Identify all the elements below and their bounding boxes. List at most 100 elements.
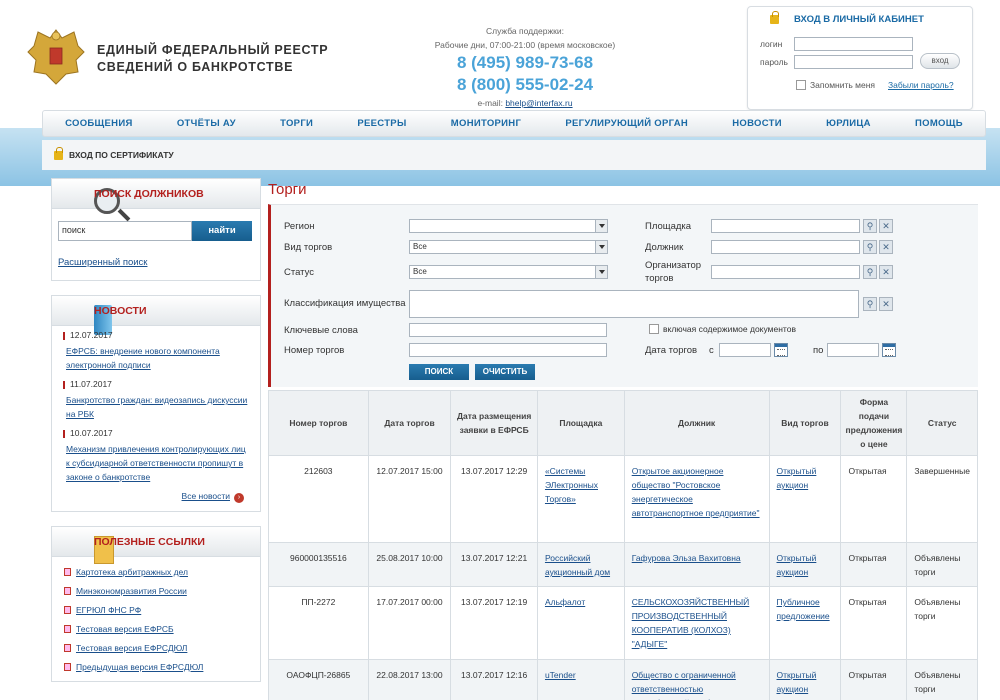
link[interactable]: ЕГРЮЛ ФНС РФ bbox=[76, 605, 141, 615]
column-header[interactable]: Статус bbox=[906, 390, 978, 456]
type-link[interactable]: Открытый аукцион bbox=[777, 466, 817, 490]
calendar-icon[interactable] bbox=[774, 343, 788, 357]
login-label: логин bbox=[760, 39, 783, 49]
nav-messages[interactable]: СООБЩЕНИЯ bbox=[65, 118, 132, 129]
include-docs-checkbox[interactable] bbox=[649, 324, 659, 334]
all-news-link[interactable]: Все новости bbox=[182, 491, 230, 501]
clear-icon[interactable]: ✕ bbox=[879, 297, 893, 311]
clear-icon[interactable]: ✕ bbox=[879, 265, 893, 279]
login-button[interactable]: вход bbox=[920, 53, 960, 69]
remember-me[interactable]: Запомнить меня bbox=[796, 80, 875, 90]
search-icon[interactable]: ⚲ bbox=[863, 219, 877, 233]
platform-link[interactable]: Российский аукционный дом bbox=[545, 553, 610, 577]
table-row[interactable]: 212603 12.07.2017 15:00 13.07.2017 12:29… bbox=[268, 455, 978, 543]
email-label: e-mail: bbox=[477, 98, 503, 108]
auction-filter-panel: Регион Вид торгов Все Статус Все Площадк… bbox=[268, 204, 978, 387]
password-input[interactable] bbox=[794, 55, 913, 69]
support-hours: Рабочие дни, 07:00-21:00 (время московск… bbox=[434, 40, 616, 50]
search-icon[interactable]: ⚲ bbox=[863, 240, 877, 254]
nav-auctions[interactable]: ТОРГИ bbox=[280, 118, 313, 129]
cell-date: 25.08.2017 10:00 bbox=[367, 542, 452, 587]
advanced-search-link[interactable]: Расширенный поиск bbox=[58, 257, 147, 268]
link[interactable]: Предыдущая версия ЕФРСДЮЛ bbox=[76, 662, 203, 672]
certificate-login-bar[interactable]: ВХОД ПО СЕРТИФИКАТУ bbox=[42, 140, 986, 170]
nav-news[interactable]: НОВОСТИ bbox=[732, 118, 782, 129]
clear-icon[interactable]: ✕ bbox=[879, 240, 893, 254]
column-header[interactable]: Номер торгов bbox=[268, 390, 369, 456]
lock-icon bbox=[770, 11, 779, 24]
search-button[interactable]: ПОИСК bbox=[409, 364, 469, 380]
link-item: Тестовая версия ЕФРСБ bbox=[64, 624, 260, 634]
debtor-link[interactable]: Открытое акционерное общество "Ростовско… bbox=[632, 466, 760, 518]
link-icon bbox=[64, 568, 71, 576]
type-label: Вид торгов bbox=[284, 242, 333, 253]
news-link[interactable]: Механизм привлечения контролирующих лиц … bbox=[66, 444, 246, 482]
status-select-value: Все bbox=[413, 267, 427, 276]
search-icon[interactable]: ⚲ bbox=[863, 265, 877, 279]
platform-link[interactable]: «Системы ЭЛектронных Торгов» bbox=[545, 466, 598, 504]
coat-of-arms-icon[interactable] bbox=[26, 26, 86, 88]
clear-button[interactable]: ОЧИСТИТЬ bbox=[475, 364, 535, 380]
link[interactable]: Тестовая версия ЕФРСБ bbox=[76, 624, 174, 634]
news-link[interactable]: ЕФРСБ: внедрение нового компонента элект… bbox=[66, 346, 220, 370]
status-select[interactable]: Все bbox=[409, 265, 608, 279]
news-link[interactable]: Банкротство граждан: видеозапись дискусс… bbox=[66, 395, 247, 419]
type-link[interactable]: Открытый аукцион bbox=[777, 553, 817, 577]
table-row[interactable]: ПП-2272 17.07.2017 00:00 13.07.2017 12:1… bbox=[268, 586, 978, 660]
debtor-link[interactable]: Общество с ограниченной ответственностью… bbox=[632, 670, 757, 700]
date-to-input[interactable] bbox=[827, 343, 879, 357]
advanced-search-row: Расширенный поиск bbox=[52, 249, 260, 280]
type-select[interactable]: Все bbox=[409, 240, 608, 254]
support-email-link[interactable]: bhelp@interfax.ru bbox=[505, 98, 572, 108]
keywords-input[interactable] bbox=[409, 323, 607, 337]
table-row[interactable]: 960000135516 25.08.2017 10:00 13.07.2017… bbox=[268, 542, 978, 587]
calendar-icon[interactable] bbox=[882, 343, 896, 357]
chevron-down-icon bbox=[595, 241, 607, 253]
type-link[interactable]: Публичное предложение bbox=[777, 597, 830, 621]
debtor-search-input[interactable]: поиск bbox=[58, 221, 192, 241]
forgot-password-link[interactable]: Забыли пароль? bbox=[888, 80, 954, 90]
link[interactable]: Картотека арбитражных дел bbox=[76, 567, 188, 577]
link[interactable]: Минэкономразвития России bbox=[76, 586, 187, 596]
clear-icon[interactable]: ✕ bbox=[879, 219, 893, 233]
region-select[interactable] bbox=[409, 219, 608, 233]
login-input[interactable] bbox=[794, 37, 913, 51]
date-from-input[interactable] bbox=[719, 343, 771, 357]
nav-help[interactable]: ПОМОЩЬ bbox=[915, 118, 963, 129]
site-logo-text[interactable]: ЕДИНЫЙ ФЕДЕРАЛЬНЫЙ РЕЕСТР СВЕДЕНИЙ О БАН… bbox=[97, 42, 328, 76]
column-header[interactable]: Вид торгов bbox=[768, 390, 842, 456]
nav-monitoring[interactable]: МОНИТОРИНГ bbox=[451, 118, 521, 129]
logo-line-1: ЕДИНЫЙ ФЕДЕРАЛЬНЫЙ РЕЕСТР bbox=[97, 43, 329, 57]
column-header[interactable]: Форма подачи предложения о цене bbox=[840, 390, 908, 456]
column-header[interactable]: Дата размещения заявки в ЕФРСБ bbox=[450, 390, 538, 456]
remember-checkbox[interactable] bbox=[796, 80, 806, 90]
include-docs-option[interactable]: включая содержимое документов bbox=[649, 324, 796, 334]
debtor-search-button[interactable]: найти bbox=[192, 221, 252, 241]
nav-regulator[interactable]: РЕГУЛИРУЮЩИЙ ОРГАН bbox=[565, 118, 688, 129]
platform-link[interactable]: uTender bbox=[545, 670, 576, 680]
nav-legal-entities[interactable]: ЮРЛИЦА bbox=[826, 118, 871, 129]
logo-line-2: СВЕДЕНИЙ О БАНКРОТСТВЕ bbox=[97, 60, 294, 74]
platform-link[interactable]: Альфалот bbox=[545, 597, 585, 607]
arrow-right-icon[interactable]: › bbox=[234, 493, 244, 503]
main-content: Торги Регион Вид торгов Все Статус Все П… bbox=[268, 178, 980, 387]
classification-textarea[interactable] bbox=[409, 290, 859, 318]
nav-registries[interactable]: РЕЕСТРЫ bbox=[357, 118, 406, 129]
number-label: Номер торгов bbox=[284, 345, 345, 356]
debtor-link[interactable]: Гафурова Эльза Вахитовна bbox=[632, 553, 741, 563]
nav-reports[interactable]: ОТЧЁТЫ АУ bbox=[177, 118, 236, 129]
table-row[interactable]: ОАОФЦП-26865 22.08.2017 13:00 13.07.2017… bbox=[268, 659, 978, 700]
organizer-input[interactable] bbox=[711, 265, 860, 279]
column-header[interactable]: Должник bbox=[623, 390, 770, 456]
link[interactable]: Тестовая версия ЕФРСДЮЛ bbox=[76, 643, 187, 653]
number-input[interactable] bbox=[409, 343, 607, 357]
type-link[interactable]: Открытый аукцион bbox=[777, 670, 817, 694]
column-header[interactable]: Площадка bbox=[536, 390, 625, 456]
debtor-link[interactable]: СЕЛЬСКОХОЗЯЙСТВЕННЫЙ ПРОИЗВОДСТВЕННЫЙ КО… bbox=[632, 597, 750, 649]
debtor-search-box: ПОИСК ДОЛЖНИКОВ поиск найти Расширенный … bbox=[51, 178, 261, 281]
cell-debtor: Открытое акционерное общество "Ростовско… bbox=[623, 455, 770, 543]
debtor-input[interactable] bbox=[711, 240, 860, 254]
column-header[interactable]: Дата торгов bbox=[367, 390, 452, 456]
platform-input[interactable] bbox=[711, 219, 860, 233]
search-icon[interactable]: ⚲ bbox=[863, 297, 877, 311]
